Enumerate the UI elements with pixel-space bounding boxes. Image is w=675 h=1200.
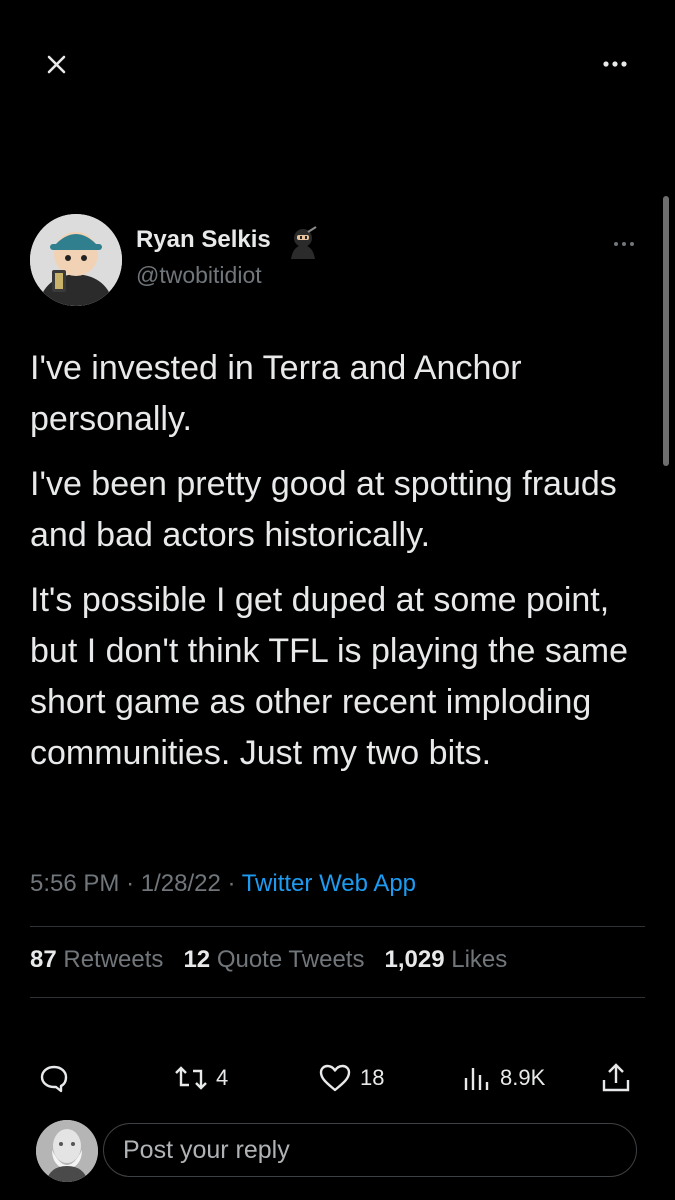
reply-placeholder: Post your reply [123, 1136, 290, 1164]
scrollbar[interactable] [663, 196, 669, 466]
like-count: 18 [360, 1065, 385, 1090]
divider [30, 926, 645, 927]
retweet-icon [175, 1066, 207, 1090]
tweet-time: 5:56 PM [30, 870, 120, 897]
tweet-date: 1/28/22 [140, 870, 221, 897]
like-button[interactable]: 18 [318, 1058, 384, 1098]
tweet-paragraph: It's possible I get duped at some point,… [30, 581, 629, 772]
tweet-paragraph: I've been pretty good at spotting frauds… [30, 465, 617, 554]
tweet-meta: 5:56 PM · 1/28/22 · Twitter Web App [30, 870, 417, 897]
share-button[interactable] [600, 1058, 632, 1098]
ninja-emoji-icon [286, 226, 320, 260]
quote-tweets-stat[interactable]: 12 Quote Tweets [183, 946, 364, 973]
author-avatar[interactable] [30, 214, 122, 306]
portrait-avatar-icon [36, 1120, 98, 1182]
views-count: 8.9K [500, 1065, 546, 1090]
tweet-source-link[interactable]: Twitter Web App [242, 870, 416, 897]
user-avatar[interactable] [36, 1120, 98, 1182]
tweet-stats: 87 Retweets 12 Quote Tweets 1,029 Likes [30, 946, 507, 974]
views-button[interactable]: 8.9K [462, 1058, 545, 1098]
views-bar-chart-icon [464, 1068, 489, 1090]
divider [30, 997, 645, 998]
more-horizontal-icon [614, 242, 634, 246]
retweets-stat[interactable]: 87 Retweets [30, 946, 163, 973]
retweet-button[interactable]: 4 [174, 1058, 228, 1098]
share-icon [602, 1063, 630, 1092]
author-name[interactable]: Ryan Selkis [136, 226, 271, 254]
cartoon-avatar-icon [30, 214, 122, 306]
tweet-body: I've invested in Terra and Anchor person… [30, 343, 655, 793]
close-icon [47, 55, 66, 74]
retweet-count: 4 [216, 1065, 229, 1090]
more-horizontal-icon [603, 61, 627, 67]
heart-icon [319, 1064, 351, 1092]
reply-icon [40, 1065, 68, 1093]
author-handle[interactable]: @twobitidiot [136, 262, 262, 289]
likes-stat[interactable]: 1,029 Likes [384, 946, 507, 973]
more-options-button[interactable] [596, 44, 640, 84]
tweet-paragraph: I've invested in Terra and Anchor person… [30, 349, 522, 438]
close-button[interactable] [36, 44, 76, 84]
reply-button[interactable] [38, 1058, 70, 1098]
tweet-more-button[interactable] [608, 232, 644, 256]
